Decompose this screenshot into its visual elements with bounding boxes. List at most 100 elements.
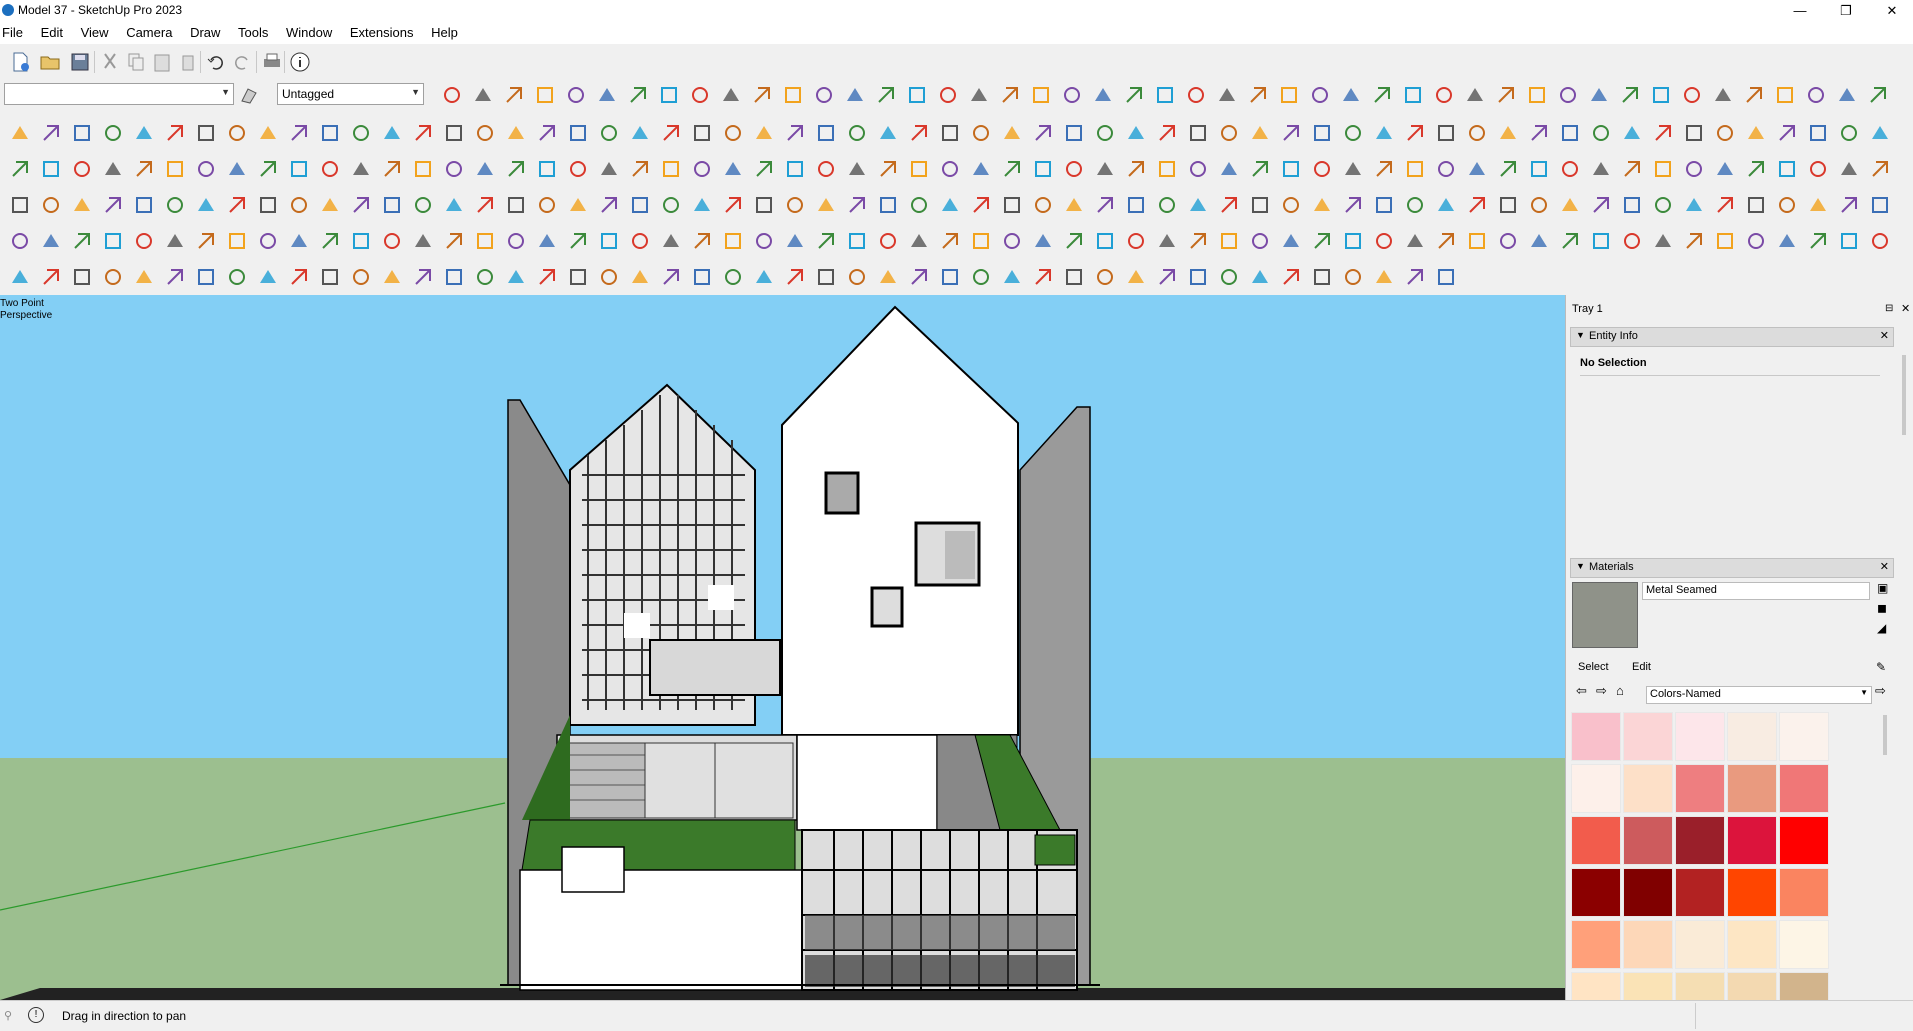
view-tool-icon[interactable] bbox=[1308, 83, 1332, 107]
draw-tool-icon[interactable] bbox=[783, 121, 807, 145]
solid-tool-icon[interactable] bbox=[70, 265, 94, 289]
sandbox-tool-icon[interactable] bbox=[1868, 157, 1892, 181]
extension-tool-icon[interactable] bbox=[1124, 193, 1148, 217]
sandbox-tool-icon[interactable] bbox=[256, 157, 280, 181]
extension-tool-icon[interactable] bbox=[132, 193, 156, 217]
shape-tool-icon[interactable] bbox=[1775, 229, 1799, 253]
draw-tool-icon[interactable] bbox=[1124, 121, 1148, 145]
sandbox-tool-icon[interactable] bbox=[39, 157, 63, 181]
sandbox-tool-icon[interactable] bbox=[442, 157, 466, 181]
solid-tool-icon[interactable] bbox=[1062, 265, 1086, 289]
sandbox-tool-icon[interactable] bbox=[969, 157, 993, 181]
material-swatch[interactable] bbox=[1623, 764, 1673, 813]
shape-tool-icon[interactable] bbox=[721, 229, 745, 253]
cut-icon[interactable] bbox=[98, 50, 122, 74]
material-swatch[interactable] bbox=[1779, 920, 1829, 969]
draw-tool-icon[interactable] bbox=[1496, 121, 1520, 145]
draw-tool-icon[interactable] bbox=[1155, 121, 1179, 145]
view-tool-icon[interactable] bbox=[1432, 83, 1456, 107]
extension-tool-icon[interactable] bbox=[1589, 193, 1613, 217]
solid-tool-icon[interactable] bbox=[318, 265, 342, 289]
draw-tool-icon[interactable] bbox=[287, 121, 311, 145]
view-tool-icon[interactable] bbox=[874, 83, 898, 107]
shape-tool-icon[interactable] bbox=[1806, 229, 1830, 253]
view-tool-icon[interactable] bbox=[1525, 83, 1549, 107]
material-swatch[interactable] bbox=[1623, 868, 1673, 917]
view-tool-icon[interactable] bbox=[905, 83, 929, 107]
material-swatch[interactable] bbox=[1727, 816, 1777, 865]
solid-tool-icon[interactable] bbox=[659, 265, 683, 289]
material-swatch[interactable] bbox=[1623, 712, 1673, 761]
extension-tool-icon[interactable] bbox=[1744, 193, 1768, 217]
view-tool-icon[interactable] bbox=[564, 83, 588, 107]
solid-tool-icon[interactable] bbox=[132, 265, 156, 289]
solid-tool-icon[interactable] bbox=[1279, 265, 1303, 289]
sandbox-tool-icon[interactable] bbox=[1062, 157, 1086, 181]
view-tool-icon[interactable] bbox=[533, 83, 557, 107]
info-icon[interactable]: ! bbox=[28, 1007, 44, 1023]
extension-tool-icon[interactable] bbox=[1620, 193, 1644, 217]
extension-tool-icon[interactable] bbox=[969, 193, 993, 217]
sandbox-tool-icon[interactable] bbox=[597, 157, 621, 181]
material-name-field[interactable]: Metal Seamed bbox=[1642, 582, 1870, 600]
view-tool-icon[interactable] bbox=[502, 83, 526, 107]
sandbox-tool-icon[interactable] bbox=[535, 157, 559, 181]
menu-help[interactable]: Help bbox=[423, 22, 464, 40]
sandbox-tool-icon[interactable] bbox=[1434, 157, 1458, 181]
sandbox-tool-icon[interactable] bbox=[1341, 157, 1365, 181]
solid-tool-icon[interactable] bbox=[1217, 265, 1241, 289]
draw-tool-icon[interactable] bbox=[1558, 121, 1582, 145]
extension-tool-icon[interactable] bbox=[1062, 193, 1086, 217]
sandbox-tool-icon[interactable] bbox=[1124, 157, 1148, 181]
draw-tool-icon[interactable] bbox=[566, 121, 590, 145]
erase-icon[interactable] bbox=[176, 50, 200, 74]
sandbox-tool-icon[interactable] bbox=[845, 157, 869, 181]
shape-tool-icon[interactable] bbox=[225, 229, 249, 253]
shape-tool-icon[interactable] bbox=[1465, 229, 1489, 253]
undo-icon[interactable] bbox=[204, 50, 228, 74]
sandbox-tool-icon[interactable] bbox=[1620, 157, 1644, 181]
extension-tool-icon[interactable] bbox=[1868, 193, 1892, 217]
sandbox-tool-icon[interactable] bbox=[8, 157, 32, 181]
draw-tool-icon[interactable] bbox=[1806, 121, 1830, 145]
sandbox-tool-icon[interactable] bbox=[380, 157, 404, 181]
view-tool-icon[interactable] bbox=[1711, 83, 1735, 107]
library-dropdown[interactable]: Colors-Named ▼ bbox=[1646, 686, 1872, 704]
draw-tool-icon[interactable] bbox=[1248, 121, 1272, 145]
pin-icon[interactable]: ⊟ bbox=[1885, 303, 1893, 314]
open-folder-icon[interactable] bbox=[38, 50, 62, 74]
draw-tool-icon[interactable] bbox=[442, 121, 466, 145]
sandbox-tool-icon[interactable] bbox=[752, 157, 776, 181]
shape-tool-icon[interactable] bbox=[1682, 229, 1706, 253]
view-tool-icon[interactable] bbox=[657, 83, 681, 107]
solid-tool-icon[interactable] bbox=[1000, 265, 1024, 289]
draw-tool-icon[interactable] bbox=[535, 121, 559, 145]
extension-tool-icon[interactable] bbox=[876, 193, 900, 217]
material-swatch[interactable] bbox=[1571, 816, 1621, 865]
material-swatch[interactable] bbox=[1571, 764, 1621, 813]
extension-tool-icon[interactable] bbox=[1775, 193, 1799, 217]
extension-tool-icon[interactable] bbox=[659, 193, 683, 217]
draw-tool-icon[interactable] bbox=[1589, 121, 1613, 145]
view-tool-icon[interactable] bbox=[471, 83, 495, 107]
sandbox-tool-icon[interactable] bbox=[349, 157, 373, 181]
draw-tool-icon[interactable] bbox=[1093, 121, 1117, 145]
sandbox-tool-icon[interactable] bbox=[1496, 157, 1520, 181]
redo-icon[interactable] bbox=[230, 50, 254, 74]
draw-tool-icon[interactable] bbox=[411, 121, 435, 145]
draw-tool-icon[interactable] bbox=[1403, 121, 1427, 145]
view-tool-icon[interactable] bbox=[967, 83, 991, 107]
maximize-button[interactable]: ❐ bbox=[1823, 0, 1869, 22]
draw-tool-icon[interactable] bbox=[225, 121, 249, 145]
shape-tool-icon[interactable] bbox=[1186, 229, 1210, 253]
shape-tool-icon[interactable] bbox=[907, 229, 931, 253]
extension-tool-icon[interactable] bbox=[39, 193, 63, 217]
view-tool-icon[interactable] bbox=[812, 83, 836, 107]
draw-tool-icon[interactable] bbox=[1713, 121, 1737, 145]
draw-tool-icon[interactable] bbox=[1310, 121, 1334, 145]
shape-tool-icon[interactable] bbox=[442, 229, 466, 253]
solid-tool-icon[interactable] bbox=[938, 265, 962, 289]
material-swatch[interactable] bbox=[1779, 764, 1829, 813]
shape-tool-icon[interactable] bbox=[597, 229, 621, 253]
solid-tool-icon[interactable] bbox=[8, 265, 32, 289]
